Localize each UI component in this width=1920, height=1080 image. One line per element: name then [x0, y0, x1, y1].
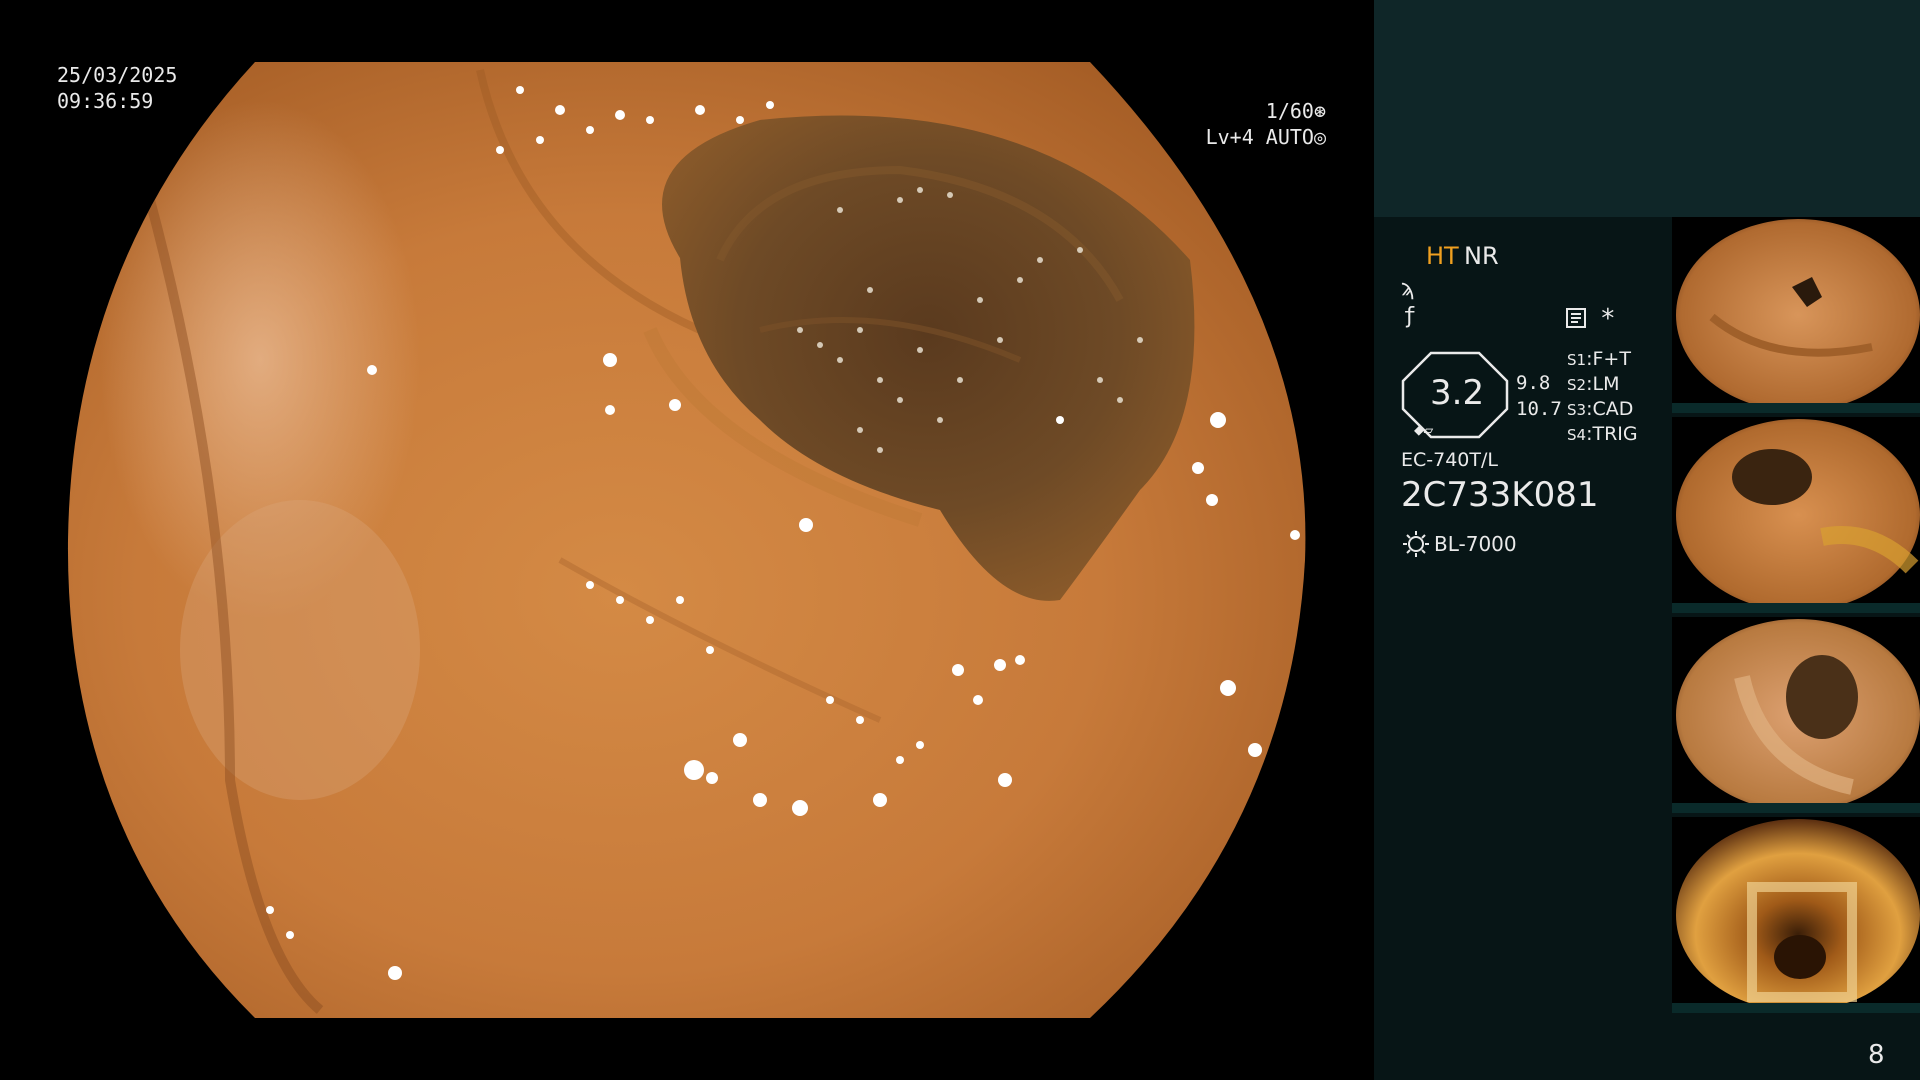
endoscope-view: 25/03/2025 09:36:59 1/60⊛ Lv+4 AUTO◎	[0, 0, 1374, 1080]
switch-s3: S3:CAD	[1567, 398, 1634, 420]
light-source-text: BL-7000	[1434, 532, 1517, 556]
memo-icon	[1566, 308, 1586, 332]
switch-s2: S2:LM	[1567, 373, 1620, 395]
thumbnail-2[interactable]	[1672, 417, 1920, 613]
pencil-icon: ◆▱	[1414, 420, 1434, 439]
light-source-icon	[1402, 530, 1430, 562]
switch-key: S1	[1567, 351, 1587, 369]
time-text: 09:36:59	[57, 89, 154, 113]
thumbnail-image	[1672, 419, 1920, 613]
thumbnail-image	[1672, 619, 1920, 813]
shutter-text: 1/60	[1265, 99, 1314, 123]
date-text: 25/03/2025	[57, 63, 178, 87]
page-number: 8	[1868, 1040, 1885, 1070]
datetime-readout: 25/03/2025 09:36:59	[57, 62, 177, 114]
thumbnail-image	[1672, 819, 1920, 1013]
scope-model: EC-740T/L	[1401, 449, 1498, 471]
mode-ht: HT	[1426, 242, 1459, 270]
switch-value: TRIG	[1592, 423, 1638, 445]
zoom-ratio-2: 10.7	[1516, 398, 1562, 420]
zoom-ratio-1: 9.8	[1516, 372, 1551, 394]
panel-header-area	[1374, 0, 1920, 217]
switch-s4: S4:TRIG	[1567, 423, 1638, 445]
auto-iris-icon: ◎	[1313, 125, 1326, 149]
switch-s1: S1:F+T	[1567, 348, 1631, 370]
switch-key: S3	[1567, 401, 1587, 419]
scope-serial: 2C733K081	[1401, 475, 1599, 515]
thumbnail-1[interactable]	[1672, 217, 1920, 413]
exposure-readout: 1/60⊛ Lv+4 AUTO◎	[1206, 98, 1326, 150]
color-icon: ƒ	[1403, 304, 1417, 329]
thumbnail-image	[1672, 219, 1920, 413]
switch-key: S4	[1567, 426, 1587, 444]
zoom-value: 3.2	[1430, 373, 1485, 413]
switch-value: LM	[1592, 373, 1620, 395]
enhance-icon: ϡ	[1401, 276, 1415, 301]
thumbnail-3[interactable]	[1672, 617, 1920, 813]
switch-value: CAD	[1592, 398, 1634, 420]
shutter-icon: ⊛	[1313, 99, 1326, 123]
endoscopic-image	[67, 62, 1306, 1018]
asterisk-indicator: *	[1600, 304, 1616, 334]
mode-nr: NR	[1464, 242, 1499, 270]
switch-value: F+T	[1592, 348, 1631, 370]
switch-key: S2	[1567, 376, 1587, 394]
thumbnail-4[interactable]	[1672, 817, 1920, 1013]
level-text: Lv+4 AUTO	[1205, 125, 1314, 149]
